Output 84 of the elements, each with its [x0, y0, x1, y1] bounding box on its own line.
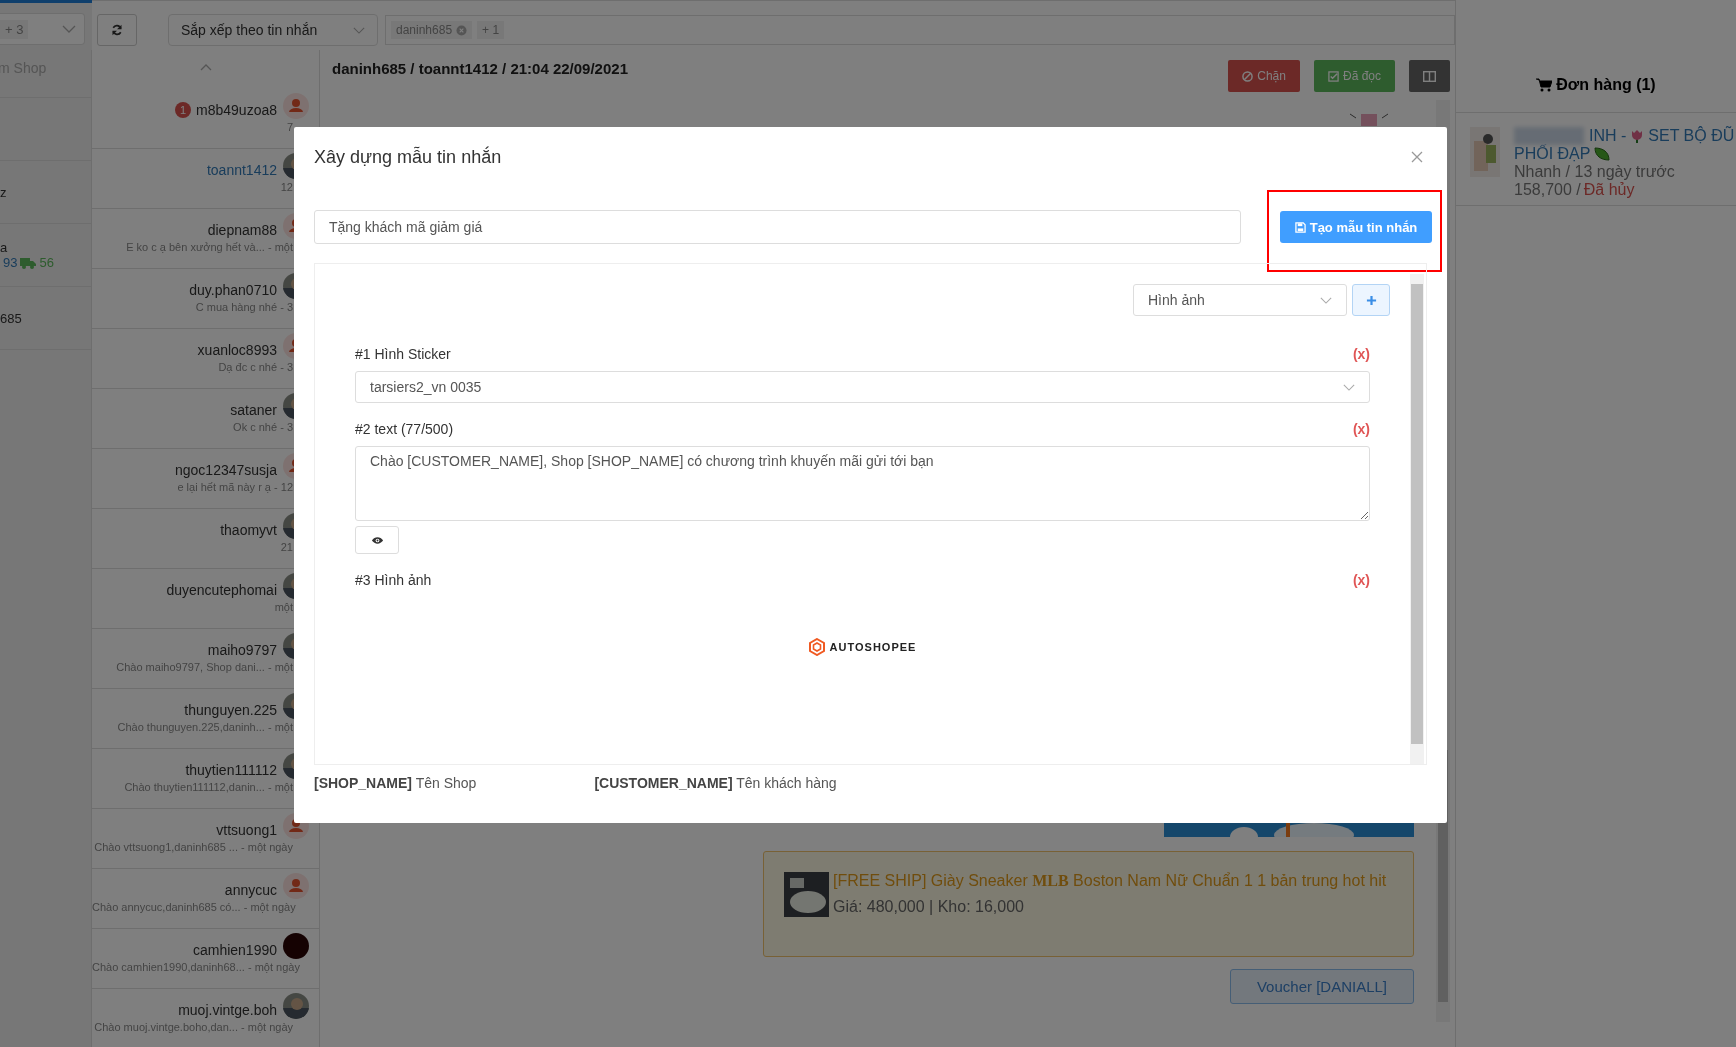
chevron-down-icon [1320, 296, 1332, 304]
customer-name: ngoc12347susja [175, 462, 277, 478]
order-title[interactable]: INH - [1589, 127, 1627, 145]
block-button[interactable]: Chặn [1228, 60, 1300, 92]
plus-icon [1365, 294, 1377, 306]
sticker-select[interactable]: tarsiers2_vn 0035 [355, 371, 1370, 403]
customer-name: thunguyen.225 [184, 702, 277, 718]
remove-link[interactable]: (x) [1352, 346, 1370, 362]
order-title[interactable]: SET BỘ ĐŨ [1648, 127, 1735, 145]
order-title[interactable]: PHỐI ĐẠP [1514, 145, 1591, 163]
remove-icon[interactable] [456, 24, 468, 36]
customer-name: toannt1412 [206, 162, 277, 178]
conversation-title: daninh685 / toannt1412 / 21:04 22/09/2021 [332, 60, 628, 79]
voucher-button[interactable]: Voucher [DANIALL] [1229, 969, 1414, 1004]
close-icon[interactable] [1411, 151, 1423, 163]
message-preview: Chào camhien1990,daninh68... - một ngày [92, 961, 301, 973]
customer-name: xuanloc8993 [197, 342, 277, 358]
add-button[interactable] [1352, 284, 1390, 316]
redaction-blur [1514, 127, 1584, 145]
truck-icon [20, 256, 37, 269]
hexagon-logo-icon [808, 638, 825, 656]
shop-row-label[interactable]: a [0, 240, 91, 255]
message-preview: Chào vttsuong1,daninh685 ... - một ngày [93, 841, 294, 853]
scrollbar[interactable] [1410, 274, 1424, 764]
customer-name: muoj.vintge.boh [178, 1002, 277, 1018]
chevron-down-icon [1343, 383, 1355, 391]
block-type-select[interactable]: Hình ảnh [1133, 284, 1347, 316]
create-template-button[interactable]: Tạo mẫu tin nhắn [1279, 211, 1433, 243]
message-text-field[interactable]: Chào [CUSTOMER_NAME], Shop [SHOP_NAME] có chương trình khuyến mãi gửi tới bạn [355, 446, 1370, 521]
save-icon [1294, 221, 1306, 233]
logo-text: AUTOSHOPEE [829, 641, 917, 653]
layout-toggle-button[interactable] [1409, 60, 1450, 92]
columns-icon [1423, 70, 1436, 82]
order-price: 158,700 / [1514, 181, 1581, 199]
cart-icon [1536, 78, 1553, 92]
refresh-button[interactable] [97, 14, 137, 46]
unread-badge: 1 [175, 102, 192, 118]
product-card[interactable]: [FREE SHIP] Giày Sneaker MLB Boston Nam Nữ Chuẩn 1 1 bản trung hot hit Giá: 480,000 | Kho: 16,000 [763, 851, 1414, 957]
customer-name: duyencutephomai [166, 582, 277, 598]
block-label: #2 text (77/500) [355, 421, 454, 437]
message-preview: Chào muoj.vintge.boho,dan... - một ngày [93, 1021, 294, 1033]
eye-icon [370, 535, 384, 545]
customer-name: camhien1990 [192, 942, 277, 958]
customer-name: annycuc [224, 882, 277, 898]
shop-row-label[interactable]: z [0, 184, 91, 200]
order-status: Đã hủy [1583, 181, 1635, 199]
customer-name: sataner [230, 402, 277, 418]
customer-name: thaomyvt [220, 522, 277, 538]
checkbox-icon [1327, 70, 1339, 82]
placeholder-legend: [CUSTOMER_NAME] Tên khách hàng [594, 775, 837, 791]
customer-name: duy.phan0710 [189, 282, 277, 298]
conversation-item[interactable]: muoj.vintge.boh Chào muoj.vintge.boho,dan... - một ngày [92, 989, 319, 1047]
customer-name: diepnam88 [207, 222, 277, 238]
ban-icon [1242, 70, 1254, 82]
customer-name: thuytien111112 [185, 762, 277, 778]
message-preview: Chào thuytien111112,danin... - một [123, 781, 294, 793]
unread-count: 93 [3, 255, 18, 270]
preview-button[interactable] [355, 526, 399, 554]
chevron-down-icon [353, 26, 365, 34]
message-preview: 7 [285, 121, 294, 133]
message-preview: một [273, 601, 294, 613]
message-preview: 12 [279, 181, 294, 193]
conversation-item[interactable]: camhien1990 Chào camhien1990,daninh68... - một ngày [92, 929, 319, 989]
customer-name: vttsuong1 [216, 822, 277, 838]
refresh-icon [111, 24, 123, 36]
order-meta: Nhanh / 13 ngày trước [1514, 163, 1676, 181]
caret-up-icon[interactable] [199, 64, 212, 71]
template-name-field[interactable]: Tặng khách mã giảm giá [314, 210, 1241, 244]
block-label: #3 Hình ảnh [355, 572, 432, 588]
remove-link[interactable]: (x) [1352, 421, 1370, 437]
customer-name: maiho9797 [207, 642, 277, 658]
block-label: #1 Hình Sticker [355, 346, 451, 362]
orders-title: Đơn hàng (1) [1456, 76, 1736, 113]
leaf-icon [1593, 146, 1612, 162]
remove-link[interactable]: (x) [1352, 572, 1370, 588]
message-preview: Chào thunguyen.225,daninh... - một [116, 721, 294, 733]
chevron-down-icon [62, 25, 76, 33]
message-preview: Chào maiho9797, Shop dani... - một [115, 661, 294, 673]
customer-name: m8b49uzoa8 [196, 102, 277, 118]
shipping-count: 56 [39, 255, 54, 270]
message-preview: 21 [279, 541, 294, 553]
shop-row-label[interactable]: 685 [0, 310, 91, 326]
product-details: Giá: 480,000 | Kho: 16,000 [833, 898, 1025, 916]
sort-select[interactable]: Sắp xếp theo tin nhắn [168, 14, 378, 46]
